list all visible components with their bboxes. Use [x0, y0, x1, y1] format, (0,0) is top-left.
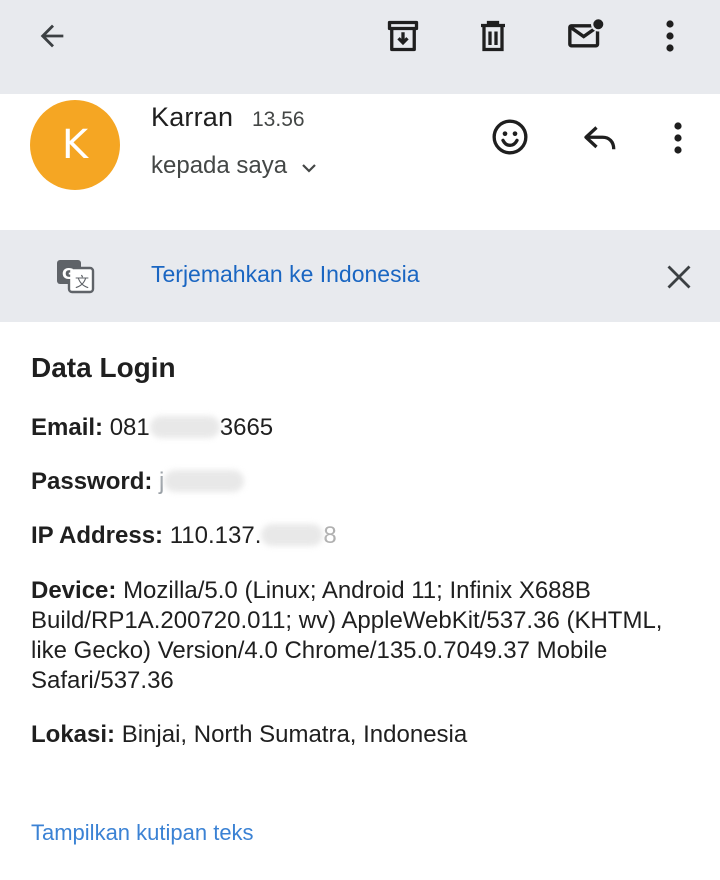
device-label: Device: [31, 577, 117, 604]
password-label: Password: [31, 468, 153, 495]
message-more-icon[interactable] [662, 118, 694, 158]
email-label: Email: [31, 414, 104, 441]
chevron-down-icon [301, 152, 317, 180]
trash-icon[interactable] [471, 14, 515, 58]
device-line: Device: Mozilla/5.0 (Linux; Android 11; … [31, 576, 691, 696]
device-value: Mozilla/5.0 (Linux; Android 11; Infinix … [31, 577, 663, 694]
message-time: 13.56 [252, 108, 305, 131]
redaction-blur [164, 470, 245, 492]
location-value: Binjai, North Sumatra, Indonesia [121, 721, 468, 748]
recipient-toggle[interactable]: kepada saya [151, 152, 317, 180]
back-arrow-icon[interactable] [30, 14, 74, 58]
archive-icon[interactable] [381, 14, 425, 58]
location-label: Lokasi: [31, 721, 116, 748]
more-options-icon[interactable] [652, 14, 688, 58]
ip-value-end: 8 [323, 522, 337, 549]
close-icon[interactable] [660, 258, 698, 296]
redaction-blur [149, 416, 220, 438]
avatar-letter: K [61, 122, 89, 168]
show-quoted-text-link[interactable]: Tampilkan kutipan teks [31, 820, 254, 846]
translate-icon: G 文 [52, 254, 98, 298]
mark-unread-icon[interactable] [562, 12, 610, 58]
password-line: Password: j [31, 467, 245, 497]
svg-text:G: G [62, 265, 74, 283]
recipient-label: kepada saya [151, 152, 288, 179]
ip-line: IP Address: 110.137. 8 [31, 521, 337, 551]
svg-text:文: 文 [75, 275, 89, 291]
avatar[interactable]: K [30, 100, 120, 190]
sender-name: Karran [151, 102, 234, 132]
email-value-start: 081 [109, 414, 150, 441]
email-value-end: 3665 [219, 414, 274, 441]
location-line: Lokasi: Binjai, North Sumatra, Indonesia [31, 720, 467, 750]
email-line: Email: 081 3665 [31, 413, 273, 443]
reply-icon[interactable] [580, 120, 622, 156]
ip-value-start: 110.137. [169, 522, 262, 549]
body-heading: Data Login [31, 352, 176, 383]
ip-label: IP Address: [31, 522, 164, 549]
redaction-blur [261, 524, 324, 546]
top-toolbar [0, 0, 720, 94]
emoji-react-icon[interactable] [489, 116, 531, 158]
translate-link[interactable]: Terjemahkan ke Indonesia [151, 261, 420, 288]
